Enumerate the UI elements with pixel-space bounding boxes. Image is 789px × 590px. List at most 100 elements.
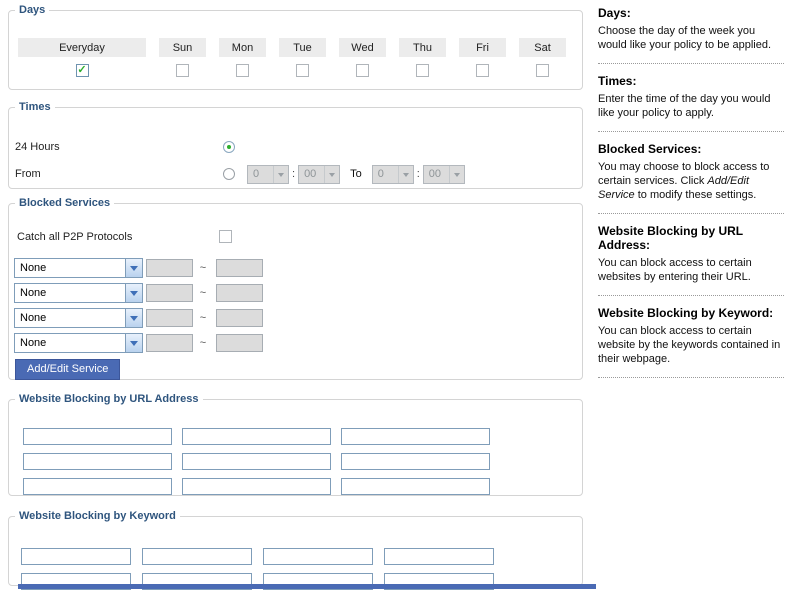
day-header-sat: Sat [519, 38, 566, 57]
keyword-input-3[interactable] [263, 548, 373, 565]
day-header-fri: Fri [459, 38, 506, 57]
dropdown-arrow-icon [273, 165, 288, 183]
dropdown-arrow-icon [125, 334, 142, 352]
24hours-radio[interactable] [223, 141, 235, 153]
fri-checkbox[interactable] [476, 64, 489, 77]
port-range-tilde: ~ [199, 287, 207, 299]
url-input-5[interactable] [182, 453, 331, 470]
blocked-services-section: Blocked Services Catch all P2P Protocols… [8, 197, 583, 380]
day-header-row: Everyday Sun Mon Tue Wed Thu Fri Sat [18, 38, 566, 57]
dropdown-arrow-icon [125, 259, 142, 277]
port-end-input-1 [216, 259, 263, 277]
24hours-label: 24 Hours [15, 141, 60, 153]
port-start-input-4 [146, 334, 193, 352]
to-label: To [350, 168, 362, 180]
day-header-everyday: Everyday [18, 38, 146, 57]
port-end-input-4 [216, 334, 263, 352]
from-label: From [15, 168, 41, 180]
help-title: Website Blocking by URL Address: [598, 224, 743, 252]
help-title: Times: [598, 74, 637, 88]
url-input-6[interactable] [341, 453, 490, 470]
from-minute-select: 00 [298, 164, 341, 184]
24hours-row: 24 Hours [15, 137, 235, 157]
dropdown-arrow-icon [125, 309, 142, 327]
help-title: Days: [598, 6, 631, 20]
service-select-1[interactable]: None [14, 258, 143, 278]
help-text: You can block access to certain website … [598, 325, 781, 365]
help-title: Website Blocking by Keyword: [598, 306, 774, 320]
dropdown-arrow-icon [324, 165, 339, 183]
sat-checkbox[interactable] [536, 64, 549, 77]
help-text: Enter the time of the day you would like… [598, 93, 771, 119]
help-text: Choose the day of the week you would lik… [598, 25, 772, 51]
mon-checkbox[interactable] [236, 64, 249, 77]
wed-checkbox[interactable] [356, 64, 369, 77]
keyword-input-4[interactable] [384, 548, 494, 565]
service-select-3[interactable]: None [14, 308, 143, 328]
dropdown-arrow-icon [448, 165, 464, 183]
time-range-controls: 0 : 00 To 0 : 00 [246, 164, 466, 184]
port-end-input-3 [216, 309, 263, 327]
help-section-days: Days: Choose the day of the week you wou… [598, 6, 784, 64]
times-legend: Times [19, 101, 51, 113]
help-section-keyword-blocking: Website Blocking by Keyword: You can blo… [598, 306, 784, 378]
help-text: You may choose to block access to certai… [598, 161, 770, 201]
day-header-sun: Sun [159, 38, 206, 57]
help-sidebar: Days: Choose the day of the week you wou… [598, 6, 784, 388]
help-section-times: Times: Enter the time of the day you wou… [598, 74, 784, 132]
url-input-4[interactable] [23, 453, 172, 470]
day-header-thu: Thu [399, 38, 446, 57]
port-start-input-2 [146, 284, 193, 302]
catch-all-p2p-label: Catch all P2P Protocols [17, 231, 133, 243]
days-legend: Days [19, 4, 46, 16]
time-colon: : [416, 168, 420, 180]
help-title: Blocked Services: [598, 142, 702, 156]
port-start-input-3 [146, 309, 193, 327]
days-section: Days Everyday Sun Mon Tue Wed Thu Fri Sa… [8, 4, 583, 90]
time-colon: : [292, 168, 296, 180]
url-blocking-section: Website Blocking by URL Address [8, 393, 583, 496]
blocked-service-row: None ~ [14, 308, 263, 328]
help-section-blocked-services: Blocked Services: You may choose to bloc… [598, 142, 784, 214]
from-row: From 0 : 00 To 0 : 00 [15, 164, 466, 184]
to-hour-select: 0 [371, 164, 414, 184]
service-select-4[interactable]: None [14, 333, 143, 353]
url-input-grid [23, 428, 490, 495]
url-input-1[interactable] [23, 428, 172, 445]
url-input-2[interactable] [182, 428, 331, 445]
blocked-service-row: None ~ [14, 283, 263, 303]
sun-checkbox[interactable] [176, 64, 189, 77]
next-section-top-bar [18, 584, 596, 589]
url-input-8[interactable] [182, 478, 331, 495]
keyword-input-2[interactable] [142, 548, 252, 565]
thu-checkbox[interactable] [416, 64, 429, 77]
to-minute-select: 00 [422, 164, 465, 184]
day-header-mon: Mon [219, 38, 266, 57]
url-input-9[interactable] [341, 478, 490, 495]
service-select-2[interactable]: None [14, 283, 143, 303]
port-range-tilde: ~ [199, 312, 207, 324]
port-end-input-2 [216, 284, 263, 302]
help-text: You can block access to certain websites… [598, 257, 752, 283]
from-radio[interactable] [223, 168, 235, 180]
help-section-url-blocking: Website Blocking by URL Address: You can… [598, 224, 784, 296]
day-header-tue: Tue [279, 38, 326, 57]
port-start-input-1 [146, 259, 193, 277]
tue-checkbox[interactable] [296, 64, 309, 77]
from-hour-select: 0 [247, 164, 289, 184]
add-edit-service-button[interactable]: Add/Edit Service [15, 359, 121, 380]
blocked-services-legend: Blocked Services [19, 197, 111, 209]
url-input-3[interactable] [341, 428, 490, 445]
day-header-wed: Wed [339, 38, 386, 57]
everyday-checkbox[interactable] [75, 64, 89, 77]
times-section: Times 24 Hours From 0 : 00 To 0 : 00 [8, 101, 583, 189]
blocked-service-row: None ~ [14, 333, 263, 353]
dropdown-arrow-icon [125, 284, 142, 302]
url-input-7[interactable] [23, 478, 172, 495]
blocked-service-row: None ~ [14, 258, 263, 278]
dropdown-arrow-icon [397, 165, 413, 183]
keyword-blocking-legend: Website Blocking by Keyword [19, 510, 176, 522]
keyword-input-1[interactable] [21, 548, 131, 565]
day-checkbox-row [18, 64, 566, 77]
catch-all-p2p-checkbox[interactable] [219, 230, 232, 243]
